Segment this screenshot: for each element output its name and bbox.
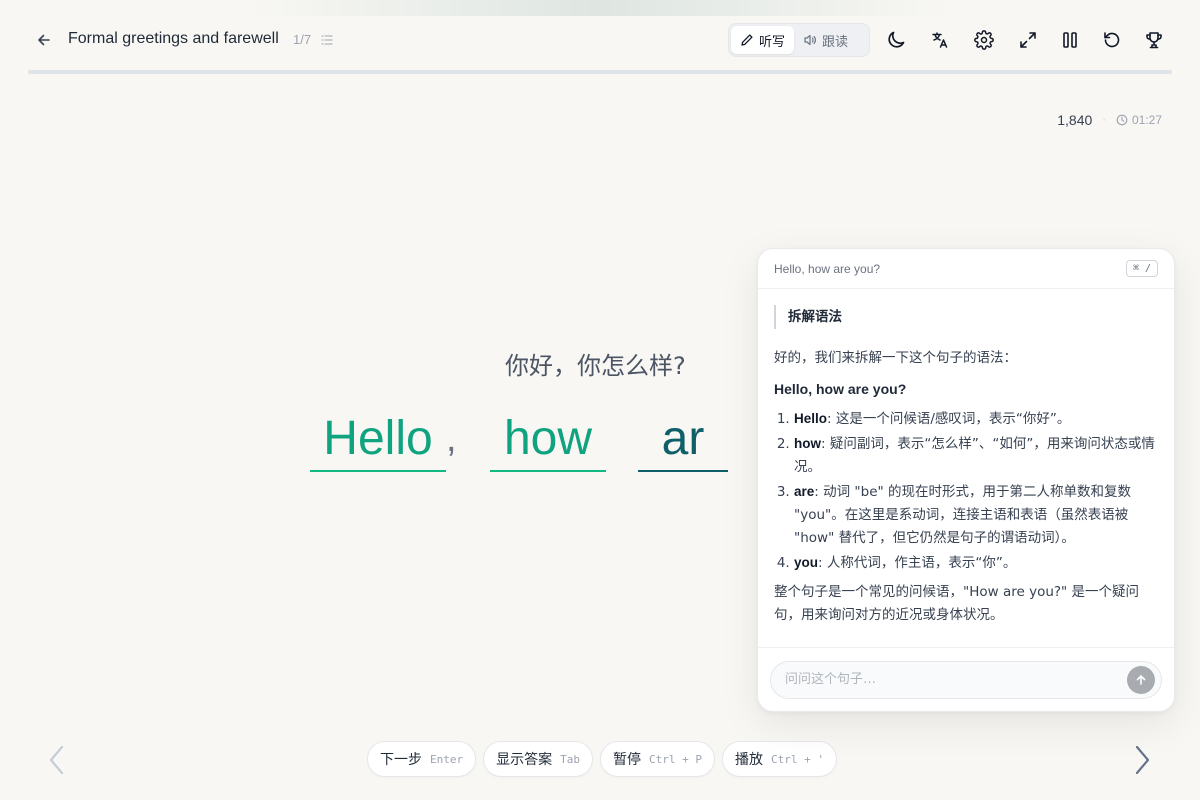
- pause-button[interactable]: [1058, 28, 1082, 52]
- progress-bar: [28, 70, 1172, 74]
- mode-shadowing-button[interactable]: 跟读: [794, 26, 857, 54]
- word-text: how: [503, 412, 593, 465]
- grammar-item: you: 人称代词，作主语，表示“你”。: [794, 551, 1158, 575]
- back-button[interactable]: [32, 28, 56, 52]
- theme-toggle-button[interactable]: [884, 28, 908, 52]
- panel-footer: [758, 647, 1174, 711]
- lesson-progress: 1/7: [293, 32, 312, 47]
- timer: 01:27: [1116, 113, 1162, 127]
- panel-header: Hello, how are you? ⌘ /: [758, 249, 1174, 289]
- user-question: 拆解语法: [774, 305, 1158, 329]
- list-icon[interactable]: [320, 32, 334, 48]
- grammar-text: : 动词 "be" 的现在时形式，用于第二人称单数和复数 "you"。在这里是系…: [794, 484, 1131, 546]
- grammar-text: : 疑问副词，表示“怎么样”、“如何”，用来询问状态或情况。: [794, 436, 1155, 475]
- panel-sentence: Hello, how are you?: [774, 261, 881, 276]
- clock-icon: [1116, 114, 1128, 126]
- word-input[interactable]: how: [490, 410, 606, 472]
- shortcut-hint: Tab: [560, 752, 580, 766]
- grammar-term: how: [794, 436, 821, 451]
- grammar-text: : 人称代词，作主语，表示“你”。: [818, 555, 1017, 571]
- previous-sentence-button[interactable]: [45, 744, 69, 776]
- translate-icon: [932, 32, 948, 48]
- show-answer-button[interactable]: 显示答案 Tab: [483, 741, 593, 777]
- shortcut-hint: Enter: [430, 752, 464, 766]
- timer-value: 01:27: [1131, 113, 1162, 127]
- mode-toggle: 听写 跟读: [728, 23, 870, 57]
- restart-icon: [1104, 32, 1120, 48]
- pause-action-button[interactable]: 暂停 Ctrl + P: [600, 741, 715, 777]
- grammar-item: how: 疑问副词，表示“怎么样”、“如何”，用来询问状态或情况。: [794, 432, 1158, 479]
- expand-icon: [1020, 32, 1036, 48]
- restart-button[interactable]: [1100, 28, 1124, 52]
- ai-explanation-panel: Hello, how are you? ⌘ / 拆解语法 好的，我们来拆解一下这…: [757, 248, 1175, 712]
- action-label: 暂停: [613, 752, 641, 768]
- word-input-current[interactable]: ar: [638, 410, 728, 472]
- translate-button[interactable]: [928, 28, 952, 52]
- answer-sentence: Hello, how are you?: [774, 381, 907, 397]
- word-text: Hello: [323, 412, 433, 465]
- mode-dictation-button[interactable]: 听写: [731, 26, 795, 54]
- chevron-right-icon: [1135, 745, 1150, 775]
- punctuation-comma: ,: [446, 418, 457, 460]
- action-label: 下一步: [380, 752, 422, 768]
- pause-icon: [1063, 32, 1077, 48]
- mode-shadowing-label: 跟读: [822, 34, 849, 50]
- stats: 1,840 · 01:27: [1057, 112, 1162, 128]
- moon-icon: [888, 31, 905, 48]
- gear-icon: [974, 30, 994, 50]
- ask-input[interactable]: [770, 660, 1162, 699]
- speaker-icon: [804, 34, 816, 46]
- arrow-left-icon: [38, 34, 50, 46]
- play-action-button[interactable]: 播放 Ctrl + ': [721, 741, 837, 777]
- action-bar: 下一步 Enter 显示答案 Tab 暂停 Ctrl + P 播放 Ctrl +…: [367, 741, 837, 777]
- word-text: ar: [661, 412, 705, 465]
- answer-intro: 好的，我们来拆解一下这个句子的语法：: [774, 350, 1017, 366]
- shortcut-hint: Ctrl + ': [770, 752, 824, 766]
- score: 1,840: [1057, 112, 1093, 128]
- action-label: 播放: [734, 752, 763, 768]
- grammar-term: are: [794, 484, 815, 499]
- send-button[interactable]: [1127, 666, 1155, 694]
- shortcut-hint: Ctrl + P: [649, 752, 702, 766]
- next-sentence-button[interactable]: [1130, 744, 1154, 776]
- leaderboard-button[interactable]: [1142, 28, 1166, 52]
- sentence-translation: 你好，你怎么样?: [505, 352, 686, 380]
- settings-button[interactable]: [972, 28, 996, 52]
- fullscreen-button[interactable]: [1016, 28, 1040, 52]
- stats-separator: ·: [1102, 114, 1106, 126]
- header: Formal greetings and farewell 1/7 听写 跟读: [0, 0, 1200, 80]
- grammar-term: you: [794, 555, 819, 570]
- grammar-item: Hello: 这是一个问候语/感叹词，表示“你好”。: [794, 407, 1158, 431]
- chevron-left-icon: [49, 745, 64, 775]
- arrow-up-icon: [1136, 675, 1146, 685]
- pencil-icon: [741, 34, 753, 46]
- lesson-title: Formal greetings and farewell: [68, 30, 279, 47]
- answer-summary: 整个句子是一个常见的问候语，"How are you?" 是一个疑问句，用来询问…: [774, 584, 1140, 623]
- grammar-list: Hello: 这是一个问候语/感叹词，表示“你好”。 how: 疑问副词，表示“…: [774, 407, 1158, 575]
- panel-body: 拆解语法 好的，我们来拆解一下这个句子的语法： Hello, how are y…: [758, 289, 1174, 627]
- panel-shortcut: ⌘ /: [1125, 260, 1158, 277]
- action-label: 显示答案: [496, 752, 553, 768]
- word-input[interactable]: Hello: [310, 410, 446, 472]
- mode-dictation-label: 听写: [759, 34, 786, 50]
- grammar-text: : 这是一个问候语/感叹词，表示“你好”。: [827, 411, 1071, 427]
- trophy-icon: [1146, 32, 1162, 49]
- next-step-button[interactable]: 下一步 Enter: [367, 741, 477, 777]
- grammar-term: Hello: [794, 411, 828, 426]
- grammar-item: are: 动词 "be" 的现在时形式，用于第二人称单数和复数 "you"。在这…: [794, 480, 1158, 550]
